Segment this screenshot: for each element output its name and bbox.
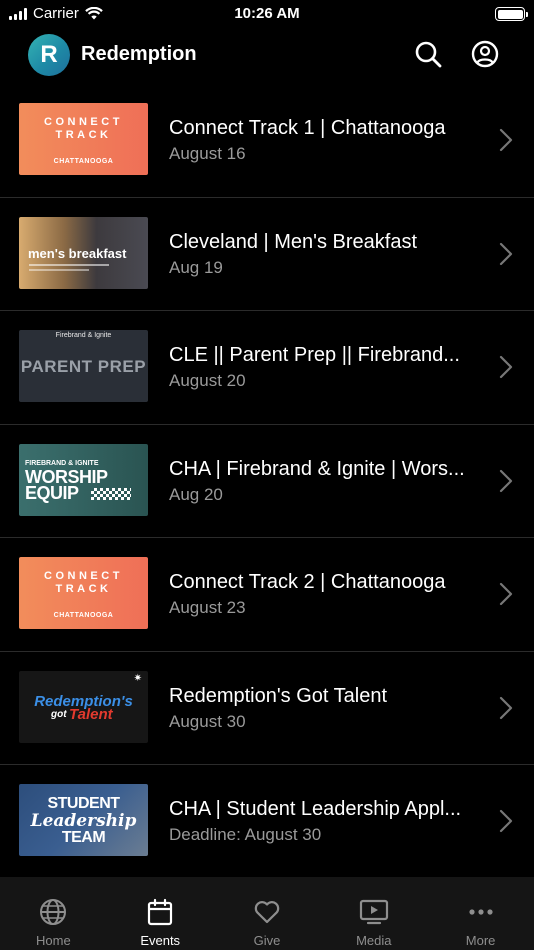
thumb-text: Leadership bbox=[30, 811, 137, 831]
tab-label: More bbox=[465, 933, 496, 948]
thumb-text: got bbox=[51, 708, 67, 720]
search-icon bbox=[415, 41, 442, 68]
search-button[interactable] bbox=[413, 39, 443, 69]
tab-events[interactable]: Events bbox=[107, 877, 214, 950]
event-date: Aug 20 bbox=[169, 484, 223, 504]
tab-media[interactable]: Media bbox=[320, 877, 427, 950]
thumb-text: CONNECT bbox=[44, 116, 123, 128]
event-thumbnail: CONNECT TRACK CHATTANOOGA bbox=[19, 103, 148, 175]
event-date: Deadline: August 30 bbox=[169, 825, 322, 844]
event-row-connect-track-1[interactable]: CONNECT TRACK CHATTANOOGA Connect Track … bbox=[0, 84, 534, 198]
thumb-text: TRACK bbox=[55, 583, 112, 595]
event-row-got-talent[interactable]: ✷ Redemption's got Talent Redemption's G… bbox=[0, 652, 534, 765]
tab-give[interactable]: Give bbox=[214, 877, 321, 950]
thumb-text: Talent bbox=[69, 705, 113, 723]
heart-icon bbox=[254, 901, 280, 924]
thumb-text: TEAM bbox=[61, 829, 106, 846]
event-title: CHA | Firebrand & Ignite | Wors... bbox=[169, 457, 465, 480]
app-header: R Redemption bbox=[0, 30, 534, 80]
tab-more[interactable]: More bbox=[427, 877, 534, 950]
event-date: August 23 bbox=[169, 598, 246, 617]
event-thumbnail: ✷ Redemption's got Talent bbox=[19, 670, 148, 743]
event-row-connect-track-2[interactable]: CONNECT TRACK CHATTANOOGA Connect Track … bbox=[0, 538, 534, 652]
tab-bar: Home Events Give Media More bbox=[0, 877, 534, 950]
chevron-right-icon bbox=[499, 242, 513, 265]
globe-icon bbox=[40, 899, 67, 925]
calendar-icon bbox=[148, 898, 173, 926]
tab-label: Events bbox=[140, 933, 181, 948]
chevron-right-icon bbox=[499, 128, 513, 152]
thumb-text: EQUIP bbox=[25, 482, 79, 503]
event-list: CONNECT TRACK CHATTANOOGA Connect Track … bbox=[0, 84, 534, 879]
tab-label: Media bbox=[356, 933, 392, 948]
ellipsis-icon bbox=[468, 909, 493, 915]
status-bar: Carrier 10:26 AM bbox=[0, 0, 534, 30]
chevron-right-icon bbox=[499, 469, 513, 492]
event-title: CHA | Student Leadership Appl... bbox=[169, 798, 462, 820]
thumb-text: CONNECT bbox=[44, 570, 123, 582]
event-row-student-leadership[interactable]: STUDENT Leadership TEAM CHA | Student Le… bbox=[0, 765, 534, 879]
event-row-parent-prep[interactable]: Firebrand & Ignite PARENT PREP CLE || Pa… bbox=[0, 311, 534, 425]
app-title: Redemption bbox=[81, 43, 197, 65]
tab-label: Home bbox=[36, 933, 71, 948]
event-title: Connect Track 1 | Chattanooga bbox=[169, 117, 446, 139]
tv-play-icon bbox=[359, 899, 388, 925]
account-button[interactable] bbox=[470, 39, 500, 69]
event-thumbnail: Firebrand & Ignite PARENT PREP bbox=[19, 330, 148, 402]
thumb-text: Firebrand & Ignite bbox=[55, 332, 112, 339]
thumb-text: PARENT PREP bbox=[20, 357, 147, 376]
thumb-text: CHATTANOOGA bbox=[53, 612, 114, 619]
chevron-right-icon bbox=[499, 355, 513, 379]
chevron-right-icon bbox=[499, 809, 513, 833]
event-thumbnail: FIREBRAND & IGNITE WORSHIP EQUIP bbox=[19, 443, 148, 516]
app-logo: R bbox=[28, 34, 70, 76]
thumb-text: men's breakfast bbox=[28, 245, 127, 261]
event-date: Aug 19 bbox=[169, 257, 223, 277]
event-row-mens-breakfast[interactable]: men's breakfast Cleveland | Men's Breakf… bbox=[0, 198, 534, 311]
chevron-right-icon bbox=[499, 696, 513, 719]
event-row-worship-equip[interactable]: FIREBRAND & IGNITE WORSHIP EQUIP CHA | F… bbox=[0, 425, 534, 538]
star-icon: ✷ bbox=[133, 672, 142, 684]
tab-label: Give bbox=[253, 933, 281, 948]
thumb-text: FIREBRAND & IGNITE bbox=[25, 459, 99, 467]
battery-icon bbox=[495, 7, 528, 21]
event-title: CLE || Parent Prep || Firebrand... bbox=[169, 344, 460, 366]
account-icon bbox=[471, 40, 499, 68]
event-date: August 30 bbox=[169, 711, 246, 731]
thumb-text: CHATTANOOGA bbox=[53, 158, 114, 165]
thumb-text: TRACK bbox=[55, 129, 112, 141]
event-thumbnail: STUDENT Leadership TEAM bbox=[19, 784, 148, 856]
event-title: Connect Track 2 | Chattanooga bbox=[169, 571, 446, 593]
tab-home[interactable]: Home bbox=[0, 877, 107, 950]
event-title: Cleveland | Men's Breakfast bbox=[169, 230, 418, 253]
chevron-right-icon bbox=[499, 582, 513, 606]
event-date: August 16 bbox=[169, 144, 246, 163]
event-date: August 20 bbox=[169, 371, 246, 390]
clock: 10:26 AM bbox=[234, 5, 300, 22]
event-thumbnail: CONNECT TRACK CHATTANOOGA bbox=[19, 557, 148, 629]
event-thumbnail: men's breakfast bbox=[19, 216, 148, 289]
event-title: Redemption's Got Talent bbox=[169, 684, 388, 707]
